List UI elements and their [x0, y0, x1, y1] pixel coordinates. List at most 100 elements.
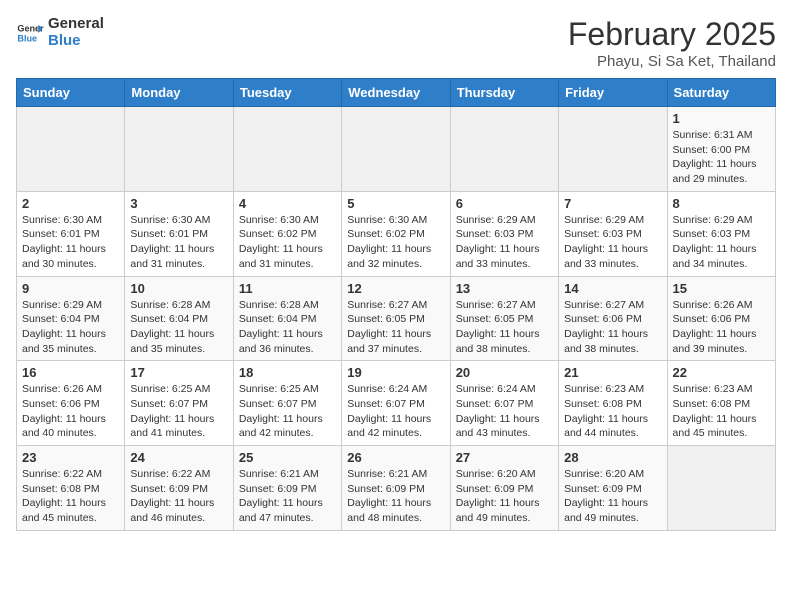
day-info: Sunrise: 6:26 AM Sunset: 6:06 PM Dayligh…	[22, 382, 119, 441]
day-info: Sunrise: 6:30 AM Sunset: 6:01 PM Dayligh…	[22, 213, 119, 272]
day-cell: 17 Sunrise: 6:25 AM Sunset: 6:07 PM Dayli…	[125, 361, 233, 446]
day-info: Sunrise: 6:21 AM Sunset: 6:09 PM Dayligh…	[239, 467, 336, 526]
day-number: 27	[456, 450, 553, 465]
title-block: February 2025 Phayu, Si Sa Ket, Thailand	[568, 16, 776, 70]
day-number: 20	[456, 365, 553, 380]
day-info: Sunrise: 6:23 AM Sunset: 6:08 PM Dayligh…	[673, 382, 770, 441]
logo-general-text: General	[48, 16, 104, 33]
day-info: Sunrise: 6:27 AM Sunset: 6:05 PM Dayligh…	[456, 298, 553, 357]
day-info: Sunrise: 6:29 AM Sunset: 6:03 PM Dayligh…	[456, 213, 553, 272]
day-number: 28	[564, 450, 661, 465]
day-info: Sunrise: 6:22 AM Sunset: 6:09 PM Dayligh…	[130, 467, 227, 526]
day-number: 19	[347, 365, 444, 380]
day-number: 16	[22, 365, 119, 380]
day-cell: 27 Sunrise: 6:20 AM Sunset: 6:09 PM Dayli…	[450, 446, 558, 531]
day-cell: 1Sunrise: 6:31 AM Sunset: 6:00 PM Daylig…	[667, 107, 775, 192]
week-row-3: 16 Sunrise: 6:26 AM Sunset: 6:06 PM Dayli…	[17, 361, 776, 446]
logo-blue-text: Blue	[48, 33, 104, 50]
day-number: 8	[673, 196, 770, 211]
week-row-1: 2 Sunrise: 6:30 AM Sunset: 6:01 PM Daylig…	[17, 191, 776, 276]
day-info: Sunrise: 6:20 AM Sunset: 6:09 PM Dayligh…	[456, 467, 553, 526]
day-cell: 9Sunrise: 6:29 AM Sunset: 6:04 PM Daylig…	[17, 276, 125, 361]
day-cell: 16 Sunrise: 6:26 AM Sunset: 6:06 PM Dayli…	[17, 361, 125, 446]
day-number: 11	[239, 281, 336, 296]
day-cell: 12 Sunrise: 6:27 AM Sunset: 6:05 PM Dayli…	[342, 276, 450, 361]
day-info: Sunrise: 6:25 AM Sunset: 6:07 PM Dayligh…	[239, 382, 336, 441]
day-info: Sunrise: 6:28 AM Sunset: 6:04 PM Dayligh…	[239, 298, 336, 357]
weekday-header-tuesday: Tuesday	[233, 79, 341, 107]
day-number: 23	[22, 450, 119, 465]
day-cell	[17, 107, 125, 192]
day-cell	[450, 107, 558, 192]
weekday-header-sunday: Sunday	[17, 79, 125, 107]
day-cell: 26 Sunrise: 6:21 AM Sunset: 6:09 PM Dayli…	[342, 446, 450, 531]
weekday-header-saturday: Saturday	[667, 79, 775, 107]
day-number: 6	[456, 196, 553, 211]
day-cell: 13 Sunrise: 6:27 AM Sunset: 6:05 PM Dayli…	[450, 276, 558, 361]
day-number: 4	[239, 196, 336, 211]
day-info: Sunrise: 6:30 AM Sunset: 6:01 PM Dayligh…	[130, 213, 227, 272]
day-number: 26	[347, 450, 444, 465]
day-cell: 2 Sunrise: 6:30 AM Sunset: 6:01 PM Daylig…	[17, 191, 125, 276]
day-info: Sunrise: 6:21 AM Sunset: 6:09 PM Dayligh…	[347, 467, 444, 526]
day-info: Sunrise: 6:24 AM Sunset: 6:07 PM Dayligh…	[347, 382, 444, 441]
day-number: 21	[564, 365, 661, 380]
day-cell: 15 Sunrise: 6:26 AM Sunset: 6:06 PM Dayli…	[667, 276, 775, 361]
day-number: 17	[130, 365, 227, 380]
location-subtitle: Phayu, Si Sa Ket, Thailand	[568, 53, 776, 70]
day-number: 2	[22, 196, 119, 211]
day-info: Sunrise: 6:26 AM Sunset: 6:06 PM Dayligh…	[673, 298, 770, 357]
day-cell: 19 Sunrise: 6:24 AM Sunset: 6:07 PM Dayli…	[342, 361, 450, 446]
logo-icon: General Blue	[16, 19, 44, 47]
day-number: 13	[456, 281, 553, 296]
week-row-4: 23 Sunrise: 6:22 AM Sunset: 6:08 PM Dayli…	[17, 446, 776, 531]
day-number: 7	[564, 196, 661, 211]
weekday-header-row: SundayMondayTuesdayWednesdayThursdayFrid…	[17, 79, 776, 107]
day-cell: 10Sunrise: 6:28 AM Sunset: 6:04 PM Dayli…	[125, 276, 233, 361]
weekday-header-wednesday: Wednesday	[342, 79, 450, 107]
week-row-0: 1Sunrise: 6:31 AM Sunset: 6:00 PM Daylig…	[17, 107, 776, 192]
day-cell	[559, 107, 667, 192]
month-title: February 2025	[568, 16, 776, 53]
day-cell: 21 Sunrise: 6:23 AM Sunset: 6:08 PM Dayli…	[559, 361, 667, 446]
day-info: Sunrise: 6:23 AM Sunset: 6:08 PM Dayligh…	[564, 382, 661, 441]
logo: General Blue General Blue	[16, 16, 104, 49]
day-cell	[342, 107, 450, 192]
day-cell: 3 Sunrise: 6:30 AM Sunset: 6:01 PM Daylig…	[125, 191, 233, 276]
day-info: Sunrise: 6:22 AM Sunset: 6:08 PM Dayligh…	[22, 467, 119, 526]
day-number: 24	[130, 450, 227, 465]
week-row-2: 9Sunrise: 6:29 AM Sunset: 6:04 PM Daylig…	[17, 276, 776, 361]
day-cell: 22 Sunrise: 6:23 AM Sunset: 6:08 PM Dayli…	[667, 361, 775, 446]
day-cell: 6 Sunrise: 6:29 AM Sunset: 6:03 PM Daylig…	[450, 191, 558, 276]
svg-text:Blue: Blue	[17, 33, 37, 43]
day-cell: 24 Sunrise: 6:22 AM Sunset: 6:09 PM Dayli…	[125, 446, 233, 531]
day-number: 14	[564, 281, 661, 296]
day-number: 3	[130, 196, 227, 211]
day-info: Sunrise: 6:27 AM Sunset: 6:05 PM Dayligh…	[347, 298, 444, 357]
day-info: Sunrise: 6:31 AM Sunset: 6:00 PM Dayligh…	[673, 128, 770, 187]
day-info: Sunrise: 6:29 AM Sunset: 6:03 PM Dayligh…	[673, 213, 770, 272]
day-info: Sunrise: 6:25 AM Sunset: 6:07 PM Dayligh…	[130, 382, 227, 441]
day-cell	[125, 107, 233, 192]
day-info: Sunrise: 6:28 AM Sunset: 6:04 PM Dayligh…	[130, 298, 227, 357]
day-info: Sunrise: 6:30 AM Sunset: 6:02 PM Dayligh…	[347, 213, 444, 272]
day-cell	[233, 107, 341, 192]
day-number: 22	[673, 365, 770, 380]
day-info: Sunrise: 6:29 AM Sunset: 6:03 PM Dayligh…	[564, 213, 661, 272]
day-cell: 28Sunrise: 6:20 AM Sunset: 6:09 PM Dayli…	[559, 446, 667, 531]
day-number: 12	[347, 281, 444, 296]
day-number: 9	[22, 281, 119, 296]
day-cell: 5Sunrise: 6:30 AM Sunset: 6:02 PM Daylig…	[342, 191, 450, 276]
day-info: Sunrise: 6:30 AM Sunset: 6:02 PM Dayligh…	[239, 213, 336, 272]
day-cell: 23 Sunrise: 6:22 AM Sunset: 6:08 PM Dayli…	[17, 446, 125, 531]
day-number: 18	[239, 365, 336, 380]
day-cell: 25 Sunrise: 6:21 AM Sunset: 6:09 PM Dayli…	[233, 446, 341, 531]
day-cell: 4 Sunrise: 6:30 AM Sunset: 6:02 PM Daylig…	[233, 191, 341, 276]
day-cell: 8 Sunrise: 6:29 AM Sunset: 6:03 PM Daylig…	[667, 191, 775, 276]
day-number: 25	[239, 450, 336, 465]
day-cell	[667, 446, 775, 531]
weekday-header-monday: Monday	[125, 79, 233, 107]
day-number: 15	[673, 281, 770, 296]
day-cell: 11 Sunrise: 6:28 AM Sunset: 6:04 PM Dayli…	[233, 276, 341, 361]
day-info: Sunrise: 6:27 AM Sunset: 6:06 PM Dayligh…	[564, 298, 661, 357]
